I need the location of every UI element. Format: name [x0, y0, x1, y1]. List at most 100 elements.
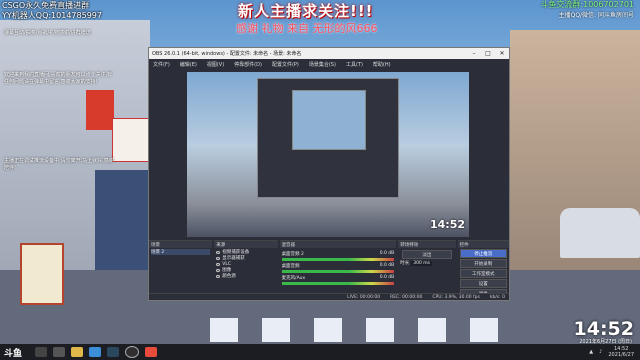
- app-icon[interactable]: [145, 347, 157, 357]
- steam-icon[interactable]: [107, 347, 119, 357]
- overlay-top-left: CSGO永久免费直播进群 YY机器人QQ:1014785997: [2, 1, 102, 21]
- mixer-channel: 桌面音频 2 0.0 dB: [281, 251, 395, 261]
- browser-icon[interactable]: [89, 347, 101, 357]
- taskbar: 斗鱼 ▲ ♪ 14:52 2021/6/27: [0, 344, 640, 360]
- desktop-clock: 14:52: [573, 318, 634, 340]
- crosswalk-stripe: [418, 318, 446, 342]
- controls-dock-title: 控件: [457, 241, 509, 248]
- obs-window[interactable]: OBS 26.0.1 (64-bit, windows) - 配置文件: 未命名…: [148, 47, 510, 301]
- duration-row: 时长 300 ms: [400, 260, 453, 266]
- preview-clock: 14:52: [429, 218, 465, 231]
- settings-button[interactable]: 设置: [459, 279, 507, 288]
- eye-icon[interactable]: [216, 250, 221, 254]
- taskbar-clock[interactable]: 14:52 2021/6/27: [608, 346, 634, 358]
- overlay-line: CSGO永久免费直播进群: [2, 1, 90, 10]
- eye-icon[interactable]: [216, 256, 221, 260]
- maximize-icon[interactable]: □: [481, 50, 495, 57]
- scenes-dock-title: 场景: [149, 241, 213, 248]
- source-item[interactable]: 颜色源: [216, 273, 275, 279]
- menu-tools[interactable]: 工具(T): [346, 61, 363, 68]
- mixer-channel-name: 麦克风/Aux: [281, 276, 306, 281]
- studio-mode-button[interactable]: 工作室模式: [459, 269, 507, 278]
- volume-meter[interactable]: [281, 258, 395, 261]
- duration-label: 时长: [400, 261, 410, 266]
- obs-title: OBS 26.0.1 (64-bit, windows) - 配置文件: 未命名…: [152, 51, 302, 57]
- eye-icon[interactable]: [216, 274, 221, 278]
- eye-icon[interactable]: [216, 262, 221, 266]
- source-label: VLC: [222, 261, 232, 267]
- mixer-dock: 混音器 桌面音频 2 0.0 dB 桌面音频 0.0 dB 麦克风/Aux 0.…: [279, 240, 397, 294]
- task-view-icon[interactable]: [53, 347, 65, 357]
- controls-dock: 控件 停止推流 开始录制 工作室模式 设置 退出: [457, 240, 509, 298]
- menu-scene-collection[interactable]: 场景集合(S): [309, 61, 336, 68]
- transitions-dock: 转场特效 淡出 时长 300 ms: [398, 240, 456, 294]
- status-rec: REC: 00:00:00: [390, 294, 423, 300]
- duration-input[interactable]: 300 ms: [411, 260, 432, 266]
- taskbar-date: 2021/6/27: [608, 352, 634, 358]
- mixer-channel-level: 0.0 dB: [379, 275, 395, 280]
- eye-icon[interactable]: [216, 268, 221, 272]
- crosswalk-stripe: [314, 318, 342, 342]
- overlay-top-right: 斗鱼交流群:1006702701: [540, 0, 634, 9]
- crosswalk-stripe: [210, 318, 238, 342]
- overlay-top-right-sub: 主播QQ/微信: 同斗鱼房间号: [558, 12, 634, 19]
- obs-titlebar[interactable]: OBS 26.0.1 (64-bit, windows) - 配置文件: 未命名…: [149, 48, 509, 59]
- crosswalk-stripe: [262, 318, 290, 342]
- minimize-icon[interactable]: –: [467, 50, 481, 57]
- status-kbps: kb/s: 0: [489, 294, 505, 300]
- sources-dock-title: 来源: [214, 241, 278, 248]
- start-recording-button[interactable]: 开始录制: [459, 259, 507, 268]
- volume-icon[interactable]: ♪: [599, 349, 602, 355]
- system-tray: ▲ ♪ 14:52 2021/6/27: [589, 346, 640, 358]
- menu-profile[interactable]: 配置文件(P): [272, 61, 299, 68]
- scenes-dock: 场景 场景 2: [149, 240, 213, 294]
- overlay-left-text-block: 欢迎来到我的直播间,喜欢的朋友可以点个关注,有任何问题请在弹幕中留言,感谢大家的…: [4, 72, 113, 85]
- overlay-banner-title: 新人主播求关注!!!: [238, 2, 374, 20]
- volume-meter[interactable]: [281, 282, 395, 285]
- search-icon[interactable]: [35, 347, 47, 357]
- mixer-channel: 麦克风/Aux 0.0 dB: [281, 275, 395, 285]
- obs-icon[interactable]: [125, 346, 139, 358]
- obs-docks: 场景 场景 2 来源 视频捕获设备 显示器捕获 VLC 图像 颜色源 混音器 桌…: [149, 240, 509, 298]
- menu-help[interactable]: 帮助(H): [373, 61, 391, 68]
- menu-view[interactable]: 视图(V): [207, 61, 224, 68]
- status-live: LIVE: 00:00:00: [347, 294, 381, 300]
- mixer-channel-level: 0.0 dB: [379, 251, 395, 256]
- crosswalk-stripe: [470, 318, 498, 342]
- shop-sign-white: [112, 118, 152, 162]
- stop-streaming-button[interactable]: 停止推流: [459, 249, 507, 258]
- menu-docks[interactable]: 停靠部件(D): [234, 61, 262, 68]
- transitions-dock-title: 转场特效: [398, 241, 456, 248]
- network-icon[interactable]: ▲: [589, 349, 593, 355]
- scene-item[interactable]: 场景 2: [151, 249, 211, 255]
- window-controls: – □ ✕: [467, 50, 509, 57]
- shop-front: [95, 170, 150, 270]
- poster: [20, 243, 64, 305]
- status-cpu: CPU: 3.9%, 30.00 fps: [432, 294, 480, 300]
- car: [560, 208, 640, 258]
- transition-select[interactable]: 淡出: [402, 250, 452, 259]
- sources-dock: 来源 视频捕获设备 显示器捕获 VLC 图像 颜色源: [214, 240, 278, 294]
- overlay-left-text-top: 弹幕互动/抽奖/点歌/礼物感谢/进群赠送: [4, 30, 91, 36]
- overlay-left-text-bottom: 主播正在调试推流设备中,请勿离开,马上就好,感谢陪伴!: [4, 158, 114, 171]
- obs-menubar: 文件(F) 编辑(E) 视图(V) 停靠部件(D) 配置文件(P) 场景集合(S…: [149, 59, 509, 69]
- obs-preview[interactable]: 14:52: [187, 72, 469, 237]
- preview-nested-obs-inner: [292, 90, 366, 150]
- source-label: 颜色源: [222, 274, 236, 279]
- overlay-banner-subtitle: 感谢 礼物 来自 无形的风666: [236, 22, 378, 35]
- crosswalk-stripe: [366, 318, 394, 342]
- shop-sign-red: [86, 90, 114, 130]
- volume-meter[interactable]: [281, 270, 395, 273]
- mixer-dock-title: 混音器: [279, 241, 397, 248]
- menu-file[interactable]: 文件(F): [153, 61, 170, 68]
- mixer-channel-level: 0.0 dB: [379, 263, 395, 268]
- mixer-channel: 桌面音频 0.0 dB: [281, 263, 395, 273]
- overlay-line: YY机器人QQ:1014785997: [2, 11, 102, 20]
- mixer-channel-name: 桌面音频 2: [281, 252, 304, 257]
- menu-edit[interactable]: 编辑(E): [180, 61, 197, 68]
- douyu-logo: 斗鱼: [4, 348, 23, 359]
- source-label: 显示器捕获: [222, 256, 245, 261]
- mixer-channel-name: 桌面音频: [281, 264, 300, 269]
- explorer-icon[interactable]: [71, 347, 83, 357]
- close-icon[interactable]: ✕: [495, 50, 509, 57]
